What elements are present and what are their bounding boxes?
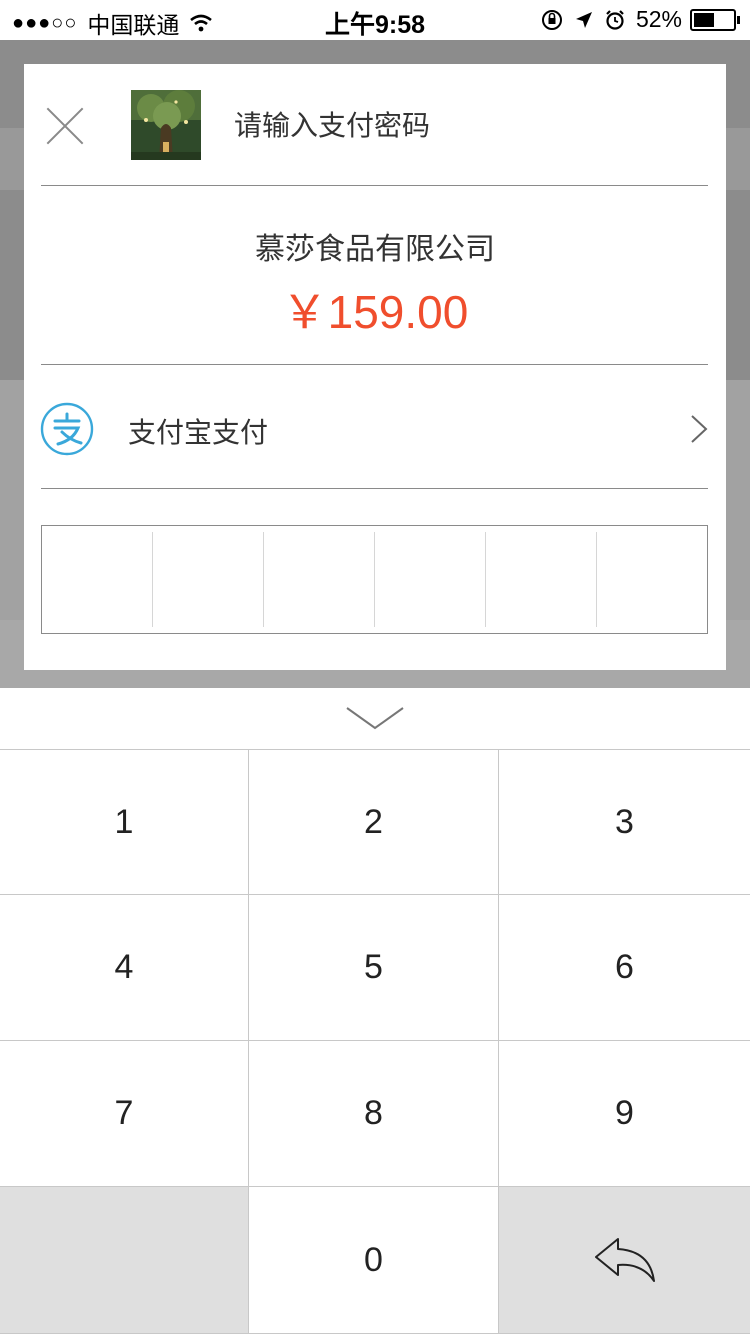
payment-method-label: 支付宝支付	[128, 416, 269, 449]
password-digit-cell	[486, 532, 597, 627]
battery-percent: 52%	[635, 6, 682, 32]
keypad-grid: 1 2 3 4 5 6 7 8 9 0	[0, 750, 750, 1334]
chevron-right-icon	[691, 415, 708, 443]
key-3[interactable]: 3	[499, 750, 750, 895]
key-0[interactable]: 0	[249, 1187, 499, 1334]
close-icon[interactable]	[44, 106, 84, 146]
key-5[interactable]: 5	[249, 895, 499, 1041]
key-1[interactable]: 1	[0, 750, 249, 895]
key-6[interactable]: 6	[499, 895, 750, 1041]
battery-fill	[694, 12, 714, 27]
alarm-icon	[606, 9, 624, 30]
payment-amount: ￥159.00	[281, 286, 469, 338]
battery-icon	[690, 8, 740, 31]
alipay-icon	[40, 402, 94, 456]
divider	[41, 364, 708, 365]
merchant-name: 慕莎食品有限公司	[255, 232, 495, 267]
password-digit-cell	[42, 532, 153, 627]
key-7[interactable]: 7	[0, 1041, 249, 1187]
merchant-thumbnail	[131, 90, 201, 160]
backspace-icon	[594, 1238, 655, 1282]
rotation-lock-icon	[541, 9, 562, 30]
numeric-keypad: 1 2 3 4 5 6 7 8 9 0	[0, 688, 750, 1334]
password-digit-cell	[597, 532, 707, 627]
chevron-down-icon	[346, 707, 404, 730]
password-digit-cell	[264, 532, 375, 627]
status-bar: ●●●○○ 中国联通 上午9:58 52%	[0, 0, 750, 40]
password-digit-cell	[375, 532, 486, 627]
collapse-keypad-button[interactable]	[0, 688, 750, 750]
password-input[interactable]	[41, 525, 708, 634]
key-4[interactable]: 4	[0, 895, 249, 1041]
delete-button[interactable]	[499, 1187, 750, 1334]
key-2[interactable]: 2	[249, 750, 499, 895]
key-blank	[0, 1187, 249, 1334]
location-icon	[575, 11, 592, 28]
key-8[interactable]: 8	[249, 1041, 499, 1187]
divider	[41, 488, 708, 489]
password-digit-cell	[153, 532, 264, 627]
divider	[41, 185, 708, 186]
dialog-title: 请输入支付密码	[234, 109, 431, 142]
key-9[interactable]: 9	[499, 1041, 750, 1187]
payment-password-dialog: 请输入支付密码 慕莎食品有限公司 ￥159.00 支付宝支付	[24, 64, 726, 670]
payment-method-row[interactable]: 支付宝支付	[24, 366, 726, 490]
